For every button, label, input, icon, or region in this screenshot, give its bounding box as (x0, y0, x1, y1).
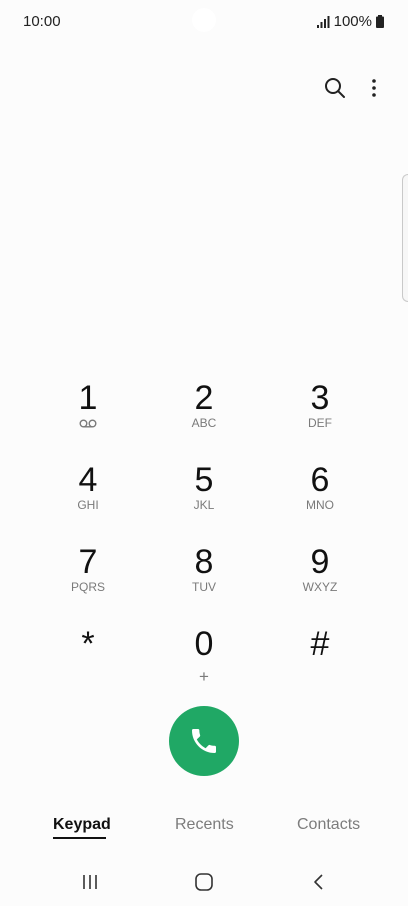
recent-apps-icon (83, 875, 97, 889)
key-digit: * (81, 625, 95, 663)
battery-percent: 100% (333, 13, 372, 30)
phone-icon (192, 729, 216, 753)
key-digit: 5 (194, 461, 214, 499)
key-6[interactable]: 6 MNO (262, 454, 378, 536)
status-time: 10:00 (23, 13, 61, 30)
key-digit: 7 (78, 543, 98, 581)
key-digit: 0 (194, 625, 214, 663)
home-button[interactable] (184, 868, 224, 896)
search-button[interactable] (319, 72, 351, 104)
key-letters: JKL (193, 498, 215, 512)
back-button[interactable] (299, 868, 339, 896)
key-letters: GHI (77, 498, 99, 512)
key-digit: 4 (78, 461, 98, 499)
key-4[interactable]: 4 GHI (30, 454, 146, 536)
more-vertical-icon (372, 79, 376, 97)
dial-keypad: 1 2 ABC 3 DEF 4 GHI 5 JKL 6 MNO 7 PQRS 8… (30, 372, 378, 700)
key-digit: 8 (194, 543, 214, 581)
key-8[interactable]: 8 TUV (146, 536, 262, 618)
key-digit: 3 (310, 379, 330, 417)
key-digit: 6 (310, 461, 330, 499)
back-icon (314, 874, 323, 890)
navigation-bar (0, 862, 408, 902)
key-digit: 9 (310, 543, 330, 581)
battery-full-icon (376, 15, 384, 28)
key-3[interactable]: 3 DEF (262, 372, 378, 454)
bottom-tabs: Keypad Recents Contacts (0, 810, 408, 846)
key-letters: TUV (192, 580, 216, 594)
key-letters: DEF (308, 416, 332, 430)
key-hash[interactable]: # (262, 618, 378, 700)
key-letters: WXYZ (302, 580, 338, 594)
edge-panel-handle[interactable] (402, 174, 408, 302)
tab-recents[interactable]: Recents (175, 816, 234, 834)
key-letters: MNO (306, 498, 334, 512)
key-0[interactable]: 0 + (146, 618, 262, 700)
key-5[interactable]: 5 JKL (146, 454, 262, 536)
key-letters (79, 416, 97, 430)
home-icon (195, 873, 213, 891)
more-options-button[interactable] (358, 72, 390, 104)
key-digit: # (310, 625, 330, 663)
key-letters: ABC (191, 416, 217, 430)
tab-keypad[interactable]: Keypad (53, 816, 111, 834)
key-7[interactable]: 7 PQRS (30, 536, 146, 618)
key-digit: 1 (78, 379, 98, 417)
status-bar: 10:00 100% (0, 0, 408, 44)
status-indicators: 100% (316, 13, 384, 30)
key-plus: + (199, 667, 209, 686)
recent-apps-button[interactable] (70, 868, 110, 896)
call-button[interactable] (169, 706, 239, 776)
tab-contacts[interactable]: Contacts (297, 816, 360, 834)
key-digit: 2 (194, 379, 214, 417)
key-star[interactable]: * (30, 618, 146, 700)
selected-tab-indicator (53, 837, 106, 839)
search-icon (325, 78, 345, 98)
voicemail-icon (79, 419, 97, 428)
key-1[interactable]: 1 (30, 372, 146, 454)
key-2[interactable]: 2 ABC (146, 372, 262, 454)
key-9[interactable]: 9 WXYZ (262, 536, 378, 618)
signal-bars-icon (316, 15, 330, 28)
key-letters: PQRS (70, 580, 105, 594)
camera-cutout (192, 8, 216, 32)
